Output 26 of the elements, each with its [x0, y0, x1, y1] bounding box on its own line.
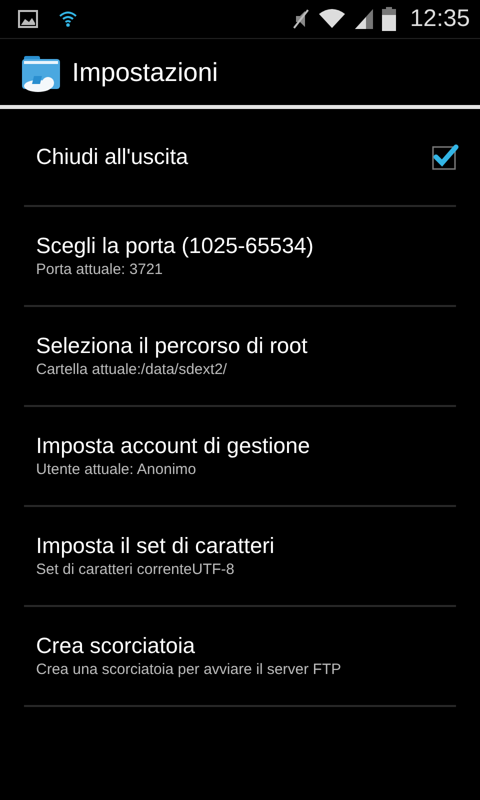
clock: 12:35	[410, 5, 470, 33]
settings-item[interactable]: Imposta il set di caratteri Set di caratteri correnteUTF-8	[24, 507, 456, 607]
mute-icon	[292, 8, 310, 30]
setting-title: Crea scorciatoia	[36, 632, 196, 660]
setting-summary: Crea una scorciatoia per avviare il server FTP	[36, 660, 342, 680]
screen-title: Impostazioni	[72, 56, 218, 88]
setting-summary: Utente attuale: Anonimo	[36, 460, 198, 480]
checkbox[interactable]	[431, 143, 459, 171]
settings-item[interactable]: Crea scorciatoia Crea una scorciatoia per avviare il server FTP	[24, 607, 456, 707]
signal-icon	[354, 8, 374, 30]
settings-item[interactable]: Seleziona il percorso di root Cartella attuale:/data/sdext2/	[24, 307, 456, 407]
setting-title: Seleziona il percorso di root	[36, 332, 308, 360]
setting-summary: Porta attuale: 3721	[36, 260, 164, 280]
battery-icon	[382, 7, 396, 31]
settings-item[interactable]: Imposta account di gestione Utente attuale: Anonimo	[24, 407, 456, 507]
wifi-icon	[58, 10, 78, 28]
image-icon	[18, 10, 38, 28]
setting-title: Imposta il set di caratteri	[36, 532, 276, 560]
setting-title: Chiudi all'uscita	[36, 143, 190, 171]
setting-title: Scegli la porta (1025-65534)	[36, 232, 315, 260]
setting-summary: Cartella attuale:/data/sdext2/	[36, 360, 228, 380]
wifi-icon	[318, 8, 346, 30]
setting-summary: Set di caratteri correnteUTF-8	[36, 560, 236, 580]
setting-title: Imposta account di gestione	[36, 432, 311, 460]
settings-item[interactable]: Chiudi all'uscita	[24, 109, 456, 207]
settings-item[interactable]: Scegli la porta (1025-65534) Porta attuale: 3721	[24, 207, 456, 307]
